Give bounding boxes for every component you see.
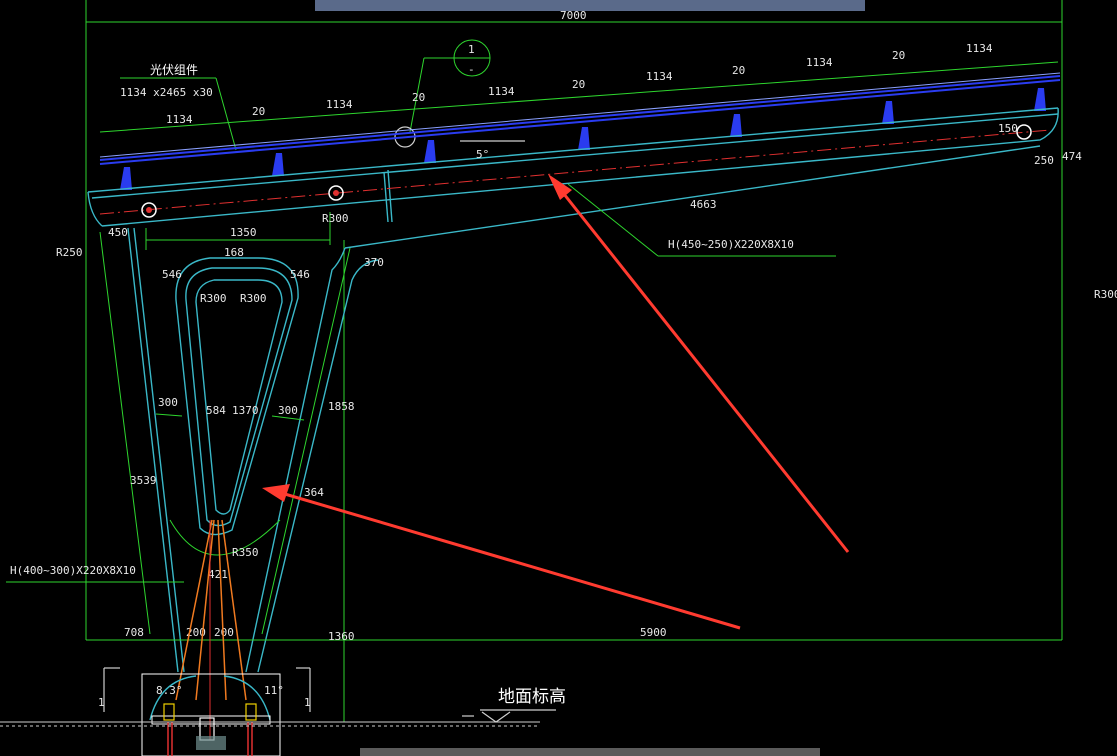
dim-546-left: 546 [162,268,182,281]
angle-11: 11° [264,684,284,697]
dim-300-right: 300 [278,404,298,417]
ground-line [0,709,556,727]
dim-168: 168 [224,246,244,259]
dim-708: 708 [124,626,144,639]
dim-450: 450 [108,226,128,239]
dim-474: 474 [1062,150,1082,163]
pv-module-name: 光伏组件 [150,63,198,77]
radius-r300-c: R300 [322,212,349,225]
radius-r350: R350 [232,546,259,559]
panel-dim-3: 1134 [326,98,353,111]
dim-4663: 4663 [690,198,717,211]
dim-1350: 1350 [230,226,257,239]
dim-1370: 1370 [232,404,259,417]
dim-150: 150 [998,122,1018,135]
dim-546-right: 546 [290,268,310,281]
angle-label: 5° [476,148,489,161]
column-dim-lines [86,212,1062,641]
beam-centerline [99,129,1051,215]
panel-dim-6: 20 [572,78,585,91]
panel-dim-11: 1134 [966,42,993,55]
beam-spec: H(450~250)X220X8X10 [668,238,794,251]
cad-drawing: 7000 1 - 光伏组件 1134 x2465 x30 1134 20 113… [0,0,1117,756]
panel-dim-4: 20 [412,91,425,104]
section-sub: - [468,63,475,76]
section-mark-right: 1 [304,696,311,709]
panel-dim-5: 1134 [488,85,515,98]
panel-dim-1: 1134 [166,113,193,126]
dim-364: 364 [304,486,324,499]
dim-421: 421 [208,568,228,581]
panel-dim-10: 20 [892,49,905,62]
purlin-hole-1-dot [146,207,152,213]
panel-dim-8: 20 [732,64,745,77]
purlin-hole-2-dot [333,190,339,196]
dim-370: 370 [364,256,384,269]
pv-label-leader-tail [215,77,237,151]
dim-1858: 1858 [328,400,355,413]
dim-3539: 3539 [130,474,157,487]
panel-brackets [120,88,1046,190]
panel-dim-2: 20 [252,105,265,118]
frame-guides [85,0,1063,722]
section-number: 1 [468,43,475,56]
pv-module-spec: 1134 x2465 x30 [120,86,213,99]
dim-250: 250 [1034,154,1054,167]
dim-5900: 5900 [640,626,667,639]
dim-300-left: 300 [158,396,178,409]
section-mark-left: 1 [98,696,105,709]
ground-level-label: 地面标高 [498,687,566,707]
overall-width-dim: 7000 [560,9,587,22]
panel-dim-9: 1134 [806,56,833,69]
column-spec: H(400~300)X220X8X10 [10,564,136,577]
panel-dim-7: 1134 [646,70,673,83]
dim-584: 584 [206,404,226,417]
radius-r300-b: R300 [240,292,267,305]
radius-r300-a: R300 [200,292,227,305]
angle-8-3: 8.3° [156,684,183,697]
beam-spec-leader [567,183,659,257]
radius-r250: R250 [56,246,83,259]
dim-1360: 1360 [328,630,355,643]
purlin-hole-3 [1016,124,1032,140]
radius-r300-d: R300 [1094,288,1117,301]
